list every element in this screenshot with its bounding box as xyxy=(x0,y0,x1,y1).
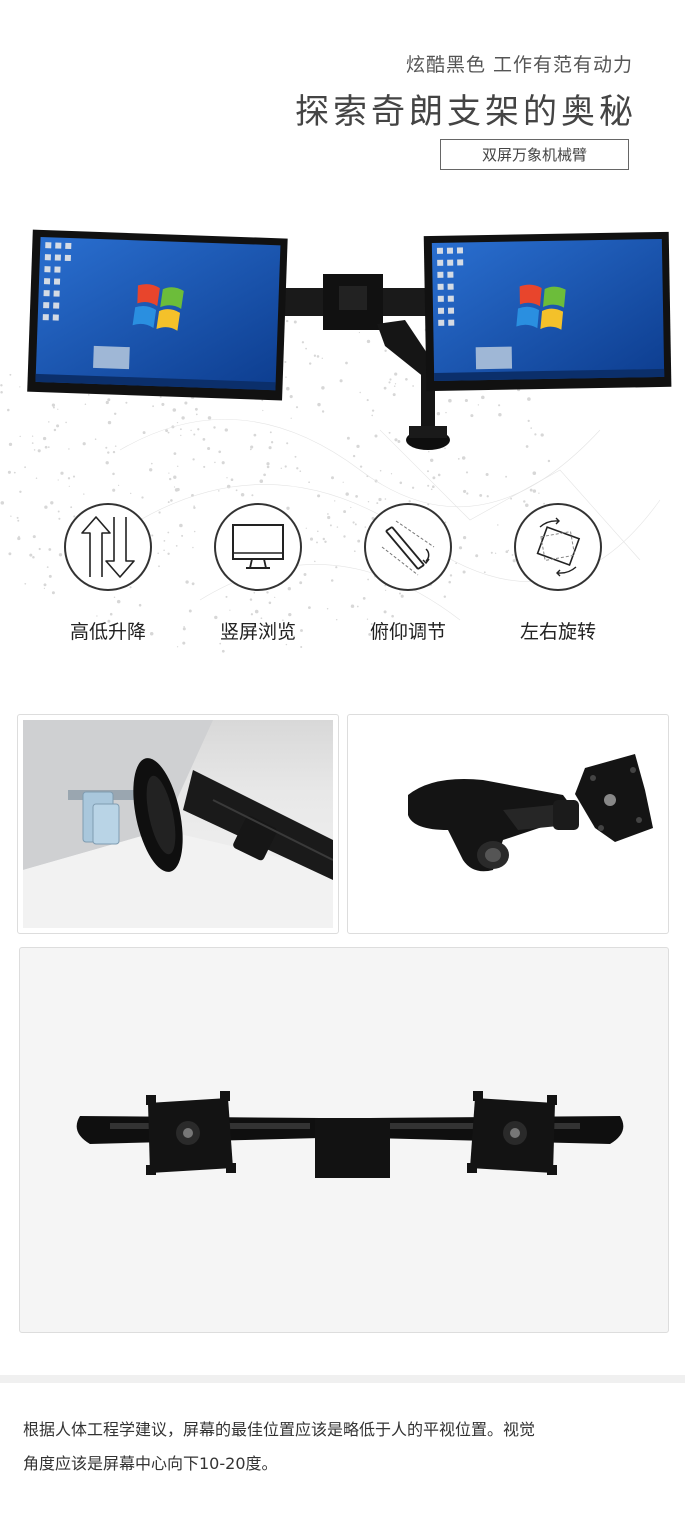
photo-desk-clamp xyxy=(17,714,339,934)
gas-spring-arm-photo xyxy=(408,754,653,872)
feature-label: 俯仰调节 xyxy=(369,621,446,643)
feature-swivel-rotate: 左右旋转 xyxy=(503,503,613,644)
feature-label: 竖屏浏览 xyxy=(219,621,296,643)
photo-gas-spring-arm xyxy=(347,714,669,934)
feature-label: 左右旋转 xyxy=(519,621,596,643)
feature-label: 高低升降 xyxy=(69,621,146,643)
hero-section: 炫酷黑色 工作有范有动力 探索奇朗支架的奥秘 双屏万象机械臂 高低升降 竖屏浏览… xyxy=(0,0,685,690)
description-line-1: 根据人体工程学建议，屏幕的最佳位置应该是略低于人的平视位置。视觉 xyxy=(23,1420,536,1439)
rotate-icon xyxy=(514,503,602,591)
tilt-icon xyxy=(364,503,452,591)
hero-title: 探索奇朗支架的奥秘 xyxy=(295,92,637,132)
feature-tilt-adjust: 俯仰调节 xyxy=(353,503,463,644)
product-tag: 双屏万象机械臂 xyxy=(440,139,629,170)
feature-portrait-view: 竖屏浏览 xyxy=(203,503,313,644)
section-divider xyxy=(0,1375,685,1383)
ergonomics-description: 根据人体工程学建议，屏幕的最佳位置应该是略低于人的平视位置。视觉 角度应该是屏幕… xyxy=(23,1413,623,1481)
dual-monitor-arm-image xyxy=(27,229,672,450)
dual-crossbar-photo xyxy=(76,1091,624,1178)
hero-subtitle: 炫酷黑色 工作有范有动力 xyxy=(405,54,633,76)
photo-dual-crossbar xyxy=(19,947,669,1333)
description-line-2: 角度应该是屏幕中心向下10-20度。 xyxy=(23,1454,278,1473)
up-down-arrows-icon xyxy=(64,503,152,591)
feature-height-adjust: 高低升降 xyxy=(53,503,163,644)
monitor-icon xyxy=(214,503,302,591)
desk-clamp-pole-photo xyxy=(23,720,333,928)
